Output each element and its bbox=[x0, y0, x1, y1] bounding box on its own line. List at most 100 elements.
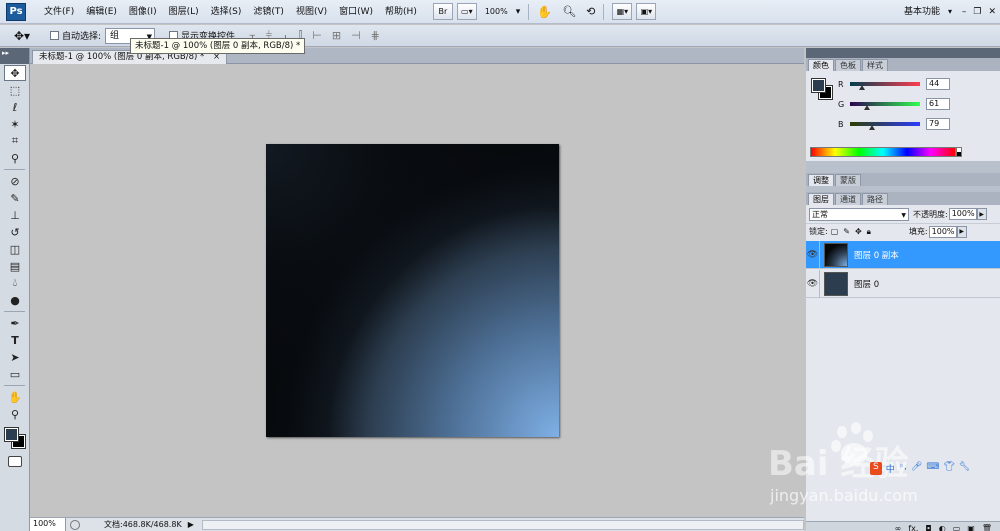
tab-swatches[interactable]: 色板 bbox=[835, 59, 861, 71]
blue-slider-thumb[interactable] bbox=[868, 125, 875, 130]
workspace-switcher[interactable]: 基本功能 bbox=[904, 0, 940, 24]
auto-align-icon[interactable]: ⋕ bbox=[371, 29, 380, 43]
lock-all-icon[interactable]: 🔒︎ bbox=[867, 227, 871, 237]
document-canvas[interactable] bbox=[266, 144, 559, 437]
eyedropper-tool-icon[interactable]: ⚲ bbox=[4, 150, 26, 166]
gradient-tool-icon[interactable]: ▤ bbox=[4, 258, 26, 274]
tab-adjustments[interactable]: 调整 bbox=[808, 174, 834, 186]
tab-paths[interactable]: 路径 bbox=[862, 193, 888, 205]
brush-tool-icon[interactable]: ✎ bbox=[4, 190, 26, 206]
channel-label: B bbox=[838, 119, 844, 129]
opacity-input[interactable]: 100% bbox=[948, 208, 977, 220]
clone-stamp-tool-icon[interactable]: ⊥ bbox=[4, 207, 26, 223]
green-slider-thumb[interactable] bbox=[863, 105, 870, 110]
panel-foreground-swatch[interactable] bbox=[811, 78, 826, 93]
opacity-slider-arrow-icon[interactable]: ▶ bbox=[976, 208, 987, 220]
zoom-level[interactable]: 100% bbox=[481, 7, 512, 16]
dodge-tool-icon[interactable]: ● bbox=[4, 292, 26, 308]
menu-help[interactable]: 帮助(H) bbox=[379, 0, 423, 24]
fill-input[interactable]: 100% bbox=[928, 225, 957, 238]
view-extras-button[interactable]: ▭▾ bbox=[456, 3, 477, 20]
minimize-icon[interactable]: – bbox=[962, 0, 967, 24]
black-white-ramp[interactable] bbox=[956, 147, 962, 157]
dock-header[interactable] bbox=[806, 48, 1000, 58]
menu-edit[interactable]: 编辑(E) bbox=[80, 0, 123, 24]
tab-color[interactable]: 颜色 bbox=[808, 59, 834, 71]
pen-tool-icon[interactable]: ✒ bbox=[4, 315, 26, 331]
color-spectrum-bar[interactable] bbox=[810, 147, 956, 157]
type-tool-icon[interactable]: T bbox=[4, 332, 26, 348]
green-slider[interactable] bbox=[850, 102, 920, 110]
layer-row[interactable]: 👁︎ 图层 0 副本 bbox=[806, 240, 1000, 269]
blue-value-input[interactable]: 79 bbox=[926, 118, 950, 130]
foreground-color-swatch[interactable] bbox=[4, 427, 19, 442]
menu-filter[interactable]: 滤镜(T) bbox=[247, 0, 290, 24]
workspace-dropdown-icon[interactable]: ▾ bbox=[948, 0, 952, 24]
hand-tool-icon[interactable]: ✋ bbox=[537, 5, 552, 19]
blue-slider[interactable] bbox=[850, 122, 920, 130]
menu-window[interactable]: 窗口(W) bbox=[333, 0, 379, 24]
adjustment-layer-icon[interactable]: ◐ bbox=[939, 524, 946, 531]
hand-tool-icon[interactable]: ✋ bbox=[4, 389, 26, 405]
auto-select-checkbox[interactable] bbox=[50, 31, 59, 40]
new-group-icon[interactable]: ▭ bbox=[953, 524, 961, 531]
path-selection-tool-icon[interactable]: ➤ bbox=[4, 349, 26, 365]
zoom-tool-icon[interactable]: ⚲ bbox=[4, 406, 26, 422]
link-layers-icon[interactable]: ∞ bbox=[895, 524, 902, 531]
shape-tool-icon[interactable]: ▭ bbox=[4, 366, 26, 382]
status-menu-arrow-icon[interactable]: ▶ bbox=[188, 520, 194, 529]
delete-layer-icon[interactable]: 🗑︎ bbox=[982, 524, 992, 531]
quick-mask-button[interactable] bbox=[8, 456, 22, 467]
align-hcenter-icon[interactable]: ⊞ bbox=[332, 29, 341, 43]
layer-style-icon[interactable]: fx. bbox=[908, 524, 918, 531]
menu-file[interactable]: 文件(F) bbox=[38, 0, 80, 24]
history-brush-tool-icon[interactable]: ↺ bbox=[4, 224, 26, 240]
arrange-documents-button[interactable]: ▦▾ bbox=[612, 3, 633, 20]
red-slider-thumb[interactable] bbox=[858, 85, 865, 90]
move-tool-preset-icon[interactable]: ✥▾ bbox=[8, 27, 36, 45]
lasso-tool-icon[interactable]: ℓ bbox=[4, 99, 26, 115]
tab-layers[interactable]: 图层 bbox=[808, 193, 834, 205]
lock-pixels-icon[interactable]: ✎ bbox=[843, 227, 850, 237]
menu-image[interactable]: 图像(I) bbox=[123, 0, 163, 24]
align-left-icon[interactable]: ⊢ bbox=[312, 29, 322, 43]
fill-slider-arrow-icon[interactable]: ▶ bbox=[956, 225, 967, 238]
menu-layer[interactable]: 图层(L) bbox=[163, 0, 205, 24]
add-mask-icon[interactable]: ◘ bbox=[925, 524, 931, 531]
status-info-icon[interactable] bbox=[70, 519, 80, 530]
visibility-eye-icon[interactable]: 👁︎ bbox=[806, 269, 820, 298]
menu-select[interactable]: 选择(S) bbox=[205, 0, 248, 24]
tab-channels[interactable]: 通道 bbox=[835, 193, 861, 205]
collapse-icon[interactable]: ▸▸ bbox=[2, 49, 9, 57]
zoom-dropdown-icon[interactable]: ▾ bbox=[516, 7, 521, 17]
blend-mode-dropdown[interactable]: 正常 bbox=[809, 207, 909, 221]
tab-styles[interactable]: 样式 bbox=[862, 59, 888, 71]
lock-position-icon[interactable]: ✥ bbox=[855, 227, 862, 237]
screen-mode-button[interactable]: ▣▾ bbox=[636, 3, 657, 20]
align-right-icon[interactable]: ⊣ bbox=[351, 29, 361, 43]
red-slider[interactable] bbox=[850, 82, 920, 90]
bridge-button[interactable]: Br bbox=[432, 3, 453, 20]
red-value-input[interactable]: 44 bbox=[926, 78, 950, 90]
layer-row[interactable]: 👁︎ 图层 0 bbox=[806, 269, 1000, 298]
crop-tool-icon[interactable]: ⌗ bbox=[4, 133, 26, 149]
tools-panel-header[interactable]: ▸▸ bbox=[0, 48, 29, 64]
status-zoom-field[interactable]: 100% bbox=[30, 518, 66, 531]
rotate-view-icon[interactable]: ⟲ bbox=[586, 5, 595, 18]
green-value-input[interactable]: 61 bbox=[926, 98, 950, 110]
lock-transparency-icon[interactable]: ▢ bbox=[831, 227, 839, 237]
marquee-tool-icon[interactable]: ⬚ bbox=[4, 82, 26, 98]
close-icon[interactable]: ✕ bbox=[988, 0, 996, 24]
zoom-tool-icon[interactable]: 🔍︎ bbox=[562, 5, 576, 18]
new-layer-icon[interactable]: ▣ bbox=[967, 524, 975, 531]
healing-brush-tool-icon[interactable]: ⊘ bbox=[4, 173, 26, 189]
menu-view[interactable]: 视图(V) bbox=[290, 0, 333, 24]
blur-tool-icon[interactable]: 💧︎ bbox=[4, 275, 26, 291]
restore-icon[interactable]: ❐ bbox=[973, 0, 981, 24]
horizontal-scrollbar[interactable] bbox=[201, 519, 804, 530]
move-tool-icon[interactable]: ✥ bbox=[4, 65, 26, 81]
visibility-eye-icon[interactable]: 👁︎ bbox=[806, 240, 820, 269]
magic-wand-tool-icon[interactable]: ✶ bbox=[4, 116, 26, 132]
tab-masks[interactable]: 蒙版 bbox=[835, 174, 861, 186]
eraser-tool-icon[interactable]: ◫ bbox=[4, 241, 26, 257]
